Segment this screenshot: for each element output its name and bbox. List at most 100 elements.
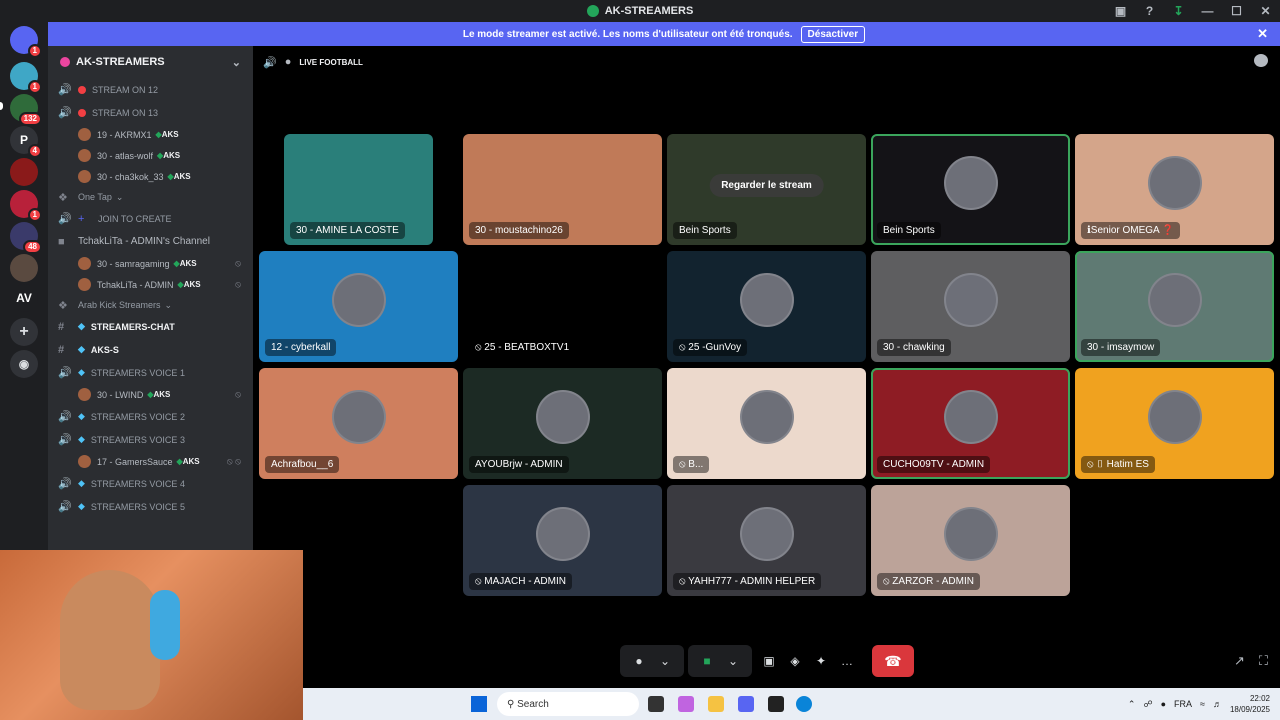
add-server-icon[interactable]: + xyxy=(10,318,38,346)
server-icon[interactable] xyxy=(10,254,38,282)
participant-tile[interactable]: 30 - imsaymow xyxy=(1075,251,1274,362)
minimize-button[interactable]: — xyxy=(1193,4,1222,18)
chevron-down-icon[interactable]: ⌄ xyxy=(652,648,678,674)
soundboard-icon[interactable]: ✦ xyxy=(808,648,834,674)
username: 30 - LWIND xyxy=(97,389,144,400)
copilot-icon[interactable] xyxy=(678,696,694,712)
headphones xyxy=(150,590,180,660)
participant-tile[interactable]: Achrafbou__6 xyxy=(259,368,458,479)
help-icon[interactable]: ? xyxy=(1135,4,1164,18)
avatar xyxy=(1147,389,1202,444)
voice-channel[interactable]: 🔊 ◆ STREAMERS VOICE 4 xyxy=(48,472,253,495)
channel-category[interactable]: ❖ Arab Kick Streamers ⌄ xyxy=(48,295,253,315)
chevron-down-icon[interactable]: ⌄ xyxy=(720,648,746,674)
volume-icon[interactable]: ♬ xyxy=(1213,699,1222,709)
disable-streamer-mode-button[interactable]: Désactiver xyxy=(800,25,866,43)
maximize-button[interactable]: ☐ xyxy=(1222,4,1251,18)
voice-channel[interactable]: 🔊 ◆ STREAMERS VOICE 2 xyxy=(48,405,253,428)
language-indicator[interactable]: FRA xyxy=(1174,699,1192,709)
voice-user[interactable]: 17 - GamersSauce AKS ⦸ ⦸ xyxy=(48,451,253,472)
participant-tile[interactable]: CUCHO09TV - ADMIN xyxy=(871,368,1070,479)
notification-badge: 1 xyxy=(27,44,42,58)
username: 19 - AKRMX1 xyxy=(97,129,152,140)
close-icon[interactable]: ✕ xyxy=(1257,26,1268,42)
voice-user[interactable]: TchakLiTa - ADMIN AKS ⦸ xyxy=(48,274,253,295)
text-channel[interactable]: # ◆ AKS-S xyxy=(48,338,253,361)
edge-icon[interactable] xyxy=(796,696,812,712)
activity-icon[interactable]: ◈ xyxy=(782,648,808,674)
voice-user[interactable]: 30 - cha3kok_33 AKS xyxy=(48,166,253,187)
more-options-icon[interactable]: … xyxy=(834,648,860,674)
microphone-icon[interactable]: ● xyxy=(626,648,652,674)
voice-user[interactable]: 30 - LWINDAKS ⦸ xyxy=(48,384,253,405)
participant-tile[interactable]: ⦸ 25 - BEATBOXTV1 xyxy=(463,251,662,362)
chevron-up-icon[interactable]: ⌃ xyxy=(1128,699,1136,710)
direct-messages-icon[interactable]: 1 xyxy=(10,26,42,58)
locked-voice-channel[interactable]: ■ TchakLiTa - ADMIN's Channel xyxy=(48,230,253,253)
participant-tile[interactable]: 30 - chawking xyxy=(871,251,1070,362)
close-window-button[interactable]: ✕ xyxy=(1251,4,1280,18)
clock[interactable]: 22:02 18/09/2025 xyxy=(1230,693,1270,715)
voice-channel[interactable]: 🔊 STREAM ON 13 xyxy=(48,101,253,124)
avatar xyxy=(78,170,91,183)
wifi-icon[interactable]: ≈ xyxy=(1200,699,1205,709)
participant-tile[interactable]: ⦸ YAHH777 - ADMIN HELPER xyxy=(667,485,866,596)
participant-tile[interactable]: ⦸ ZARZOR - ADMIN xyxy=(871,485,1070,596)
inbox-icon[interactable]: ▣ xyxy=(1106,4,1135,18)
voice-channel[interactable]: 🔊 ◆ STREAMERS VOICE 1 xyxy=(48,361,253,384)
watch-stream-button[interactable]: Regarder le stream xyxy=(709,174,824,197)
task-view-icon[interactable] xyxy=(648,696,664,712)
username: 30 - atlas-wolf xyxy=(97,150,154,161)
camera-icon[interactable]: ■ xyxy=(694,648,720,674)
channel-label: AKS-S xyxy=(90,344,119,355)
server-icon[interactable]: 1 xyxy=(10,62,42,94)
file-explorer-icon[interactable] xyxy=(708,696,724,712)
voice-channel[interactable]: 🔊 + JOIN TO CREATE xyxy=(48,207,253,230)
participant-tile[interactable]: ⦸ ▯ Hatim ES xyxy=(1075,368,1274,479)
participant-tile[interactable]: 12 - cyberkall xyxy=(259,251,458,362)
server-icon[interactable]: 132 xyxy=(10,94,42,126)
discord-taskbar-icon[interactable] xyxy=(738,696,754,712)
server-icon[interactable] xyxy=(10,158,38,186)
participant-tile[interactable]: Regarder le stream Bein Sports xyxy=(667,134,866,245)
text-channel[interactable]: # ◆ STREAMERS-CHAT xyxy=(48,315,253,338)
taskbar-search[interactable]: ⚲ Search xyxy=(497,692,639,716)
channel-category[interactable]: ❖ One Tap ⌄ xyxy=(48,187,253,207)
pop-out-icon[interactable]: ↗ xyxy=(1234,653,1245,669)
obs-icon[interactable] xyxy=(768,696,784,712)
server-icon[interactable]: 1 xyxy=(10,190,42,222)
server-icon[interactable]: 48 xyxy=(10,222,42,254)
windows-start-icon[interactable] xyxy=(471,696,487,712)
voice-channel[interactable]: 🔊 ◆ STREAMERS VOICE 5 xyxy=(48,495,253,518)
fullscreen-icon[interactable]: ⛶ xyxy=(1259,653,1268,669)
participant-tile[interactable]: 30 - moustachino26 xyxy=(463,134,662,245)
participant-tile[interactable]: ℹSenior OMEGA ❓ xyxy=(1075,134,1274,245)
participant-tile[interactable]: 30 - AMINE LA COSTE xyxy=(284,134,433,245)
voice-user[interactable]: 30 - atlas-wolfAKS xyxy=(48,145,253,166)
notification-badge: 1 xyxy=(27,80,42,94)
mic-tray-icon[interactable]: ● xyxy=(1161,699,1166,709)
server-icon[interactable]: AV xyxy=(10,284,38,312)
server-icon[interactable]: P 4 xyxy=(10,126,42,158)
participant-tile[interactable]: ⦸ MAJACH - ADMIN xyxy=(463,485,662,596)
avatar xyxy=(78,128,91,141)
voice-channel[interactable]: 🔊 STREAM ON 12 xyxy=(48,78,253,101)
guild-header[interactable]: AK-STREAMERS ⌄ xyxy=(48,46,253,78)
voice-channel[interactable]: 🔊 ◆ STREAMERS VOICE 3 xyxy=(48,428,253,451)
disconnect-button[interactable]: ☎ xyxy=(872,645,914,677)
voice-user[interactable]: 19 - AKRMX1 AKS xyxy=(48,124,253,145)
avatar xyxy=(78,388,91,401)
participant-tile[interactable]: ⦸ 25 -GunVoy xyxy=(667,251,866,362)
screen-share-icon[interactable]: ▣ xyxy=(756,648,782,674)
voice-user[interactable]: 30 - samragaming AKS ⦸ xyxy=(48,253,253,274)
role-tag: AKS xyxy=(157,151,180,160)
speaker-icon: 🔊 xyxy=(58,434,72,446)
download-icon[interactable]: ↧ xyxy=(1164,4,1193,18)
participant-tile[interactable]: ⦸ B... xyxy=(667,368,866,479)
network-icon[interactable]: ☍ xyxy=(1143,699,1152,710)
participant-tile[interactable]: AYOUBrjw - ADMIN xyxy=(463,368,662,479)
participant-name: Achrafbou__6 xyxy=(265,456,340,473)
participant-tile[interactable]: Bein Sports xyxy=(871,134,1070,245)
discover-icon[interactable]: ◉ xyxy=(10,350,38,378)
chat-icon[interactable] xyxy=(1254,54,1268,67)
